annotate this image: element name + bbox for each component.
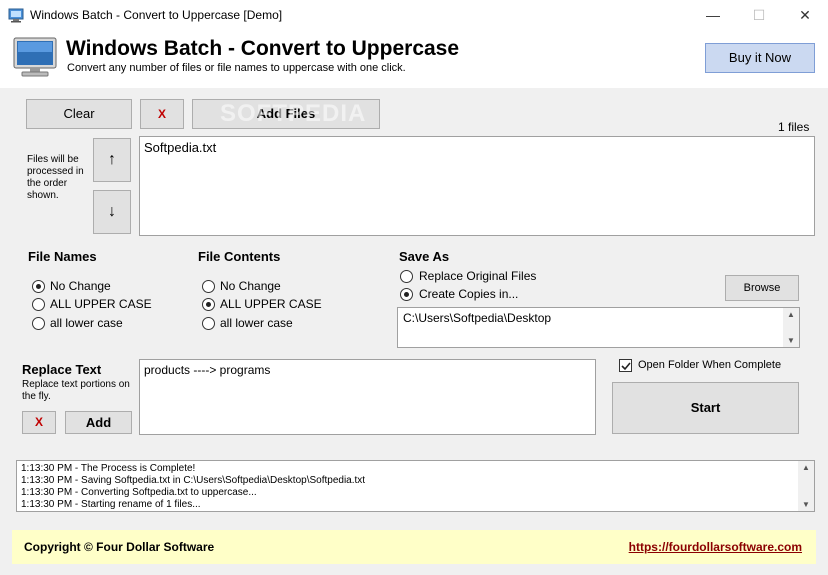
output-path-text: C:\Users\Softpedia\Desktop bbox=[403, 311, 552, 325]
file-contents-lower-radio[interactable] bbox=[202, 317, 215, 330]
open-folder-label[interactable]: Open Folder When Complete bbox=[638, 359, 781, 371]
replace-original-label[interactable]: Replace Original Files bbox=[419, 269, 536, 283]
close-button[interactable]: ✕ bbox=[782, 0, 828, 31]
output-path-field[interactable]: C:\Users\Softpedia\Desktop ▲ ▼ bbox=[397, 307, 800, 348]
file-contents-no-change-radio[interactable] bbox=[202, 280, 215, 293]
file-names-heading: File Names bbox=[28, 249, 97, 264]
file-names-lower-label[interactable]: all lower case bbox=[50, 316, 123, 330]
scroll-up-arrow-icon[interactable]: ▲ bbox=[783, 310, 799, 319]
file-count: 1 files bbox=[778, 120, 810, 134]
checkmark-icon bbox=[621, 362, 631, 371]
app-subtitle: Convert any number of files or file name… bbox=[67, 62, 406, 74]
buy-button[interactable]: Buy it Now bbox=[705, 43, 815, 73]
app-header: Windows Batch - Convert to Uppercase Con… bbox=[0, 31, 828, 88]
log-lines: 1:13:30 PM - The Process is Complete! 1:… bbox=[21, 463, 365, 511]
monitor-icon bbox=[13, 37, 57, 77]
move-down-button[interactable]: ↓ bbox=[93, 190, 131, 234]
file-contents-heading: File Contents bbox=[198, 249, 281, 264]
move-up-button[interactable]: ↑ bbox=[93, 138, 131, 182]
start-button[interactable]: Start bbox=[612, 382, 799, 434]
website-link[interactable]: https://fourdollarsoftware.com bbox=[629, 540, 802, 554]
save-as-heading: Save As bbox=[399, 249, 450, 264]
scroll-down-arrow-icon[interactable]: ▼ bbox=[798, 500, 814, 509]
file-names-no-change-label[interactable]: No Change bbox=[50, 279, 111, 293]
create-copies-radio[interactable] bbox=[400, 288, 413, 301]
file-list-item[interactable]: Softpedia.txt bbox=[144, 140, 216, 155]
file-names-upper-label[interactable]: ALL UPPER CASE bbox=[50, 297, 152, 311]
file-contents-lower-label[interactable]: all lower case bbox=[220, 316, 293, 330]
file-contents-upper-radio[interactable] bbox=[202, 298, 215, 311]
file-contents-no-change-label[interactable]: No Change bbox=[220, 279, 281, 293]
clear-button[interactable]: Clear bbox=[26, 99, 132, 129]
log-line: 1:13:30 PM - Saving Softpedia.txt in C:\… bbox=[21, 475, 366, 486]
file-names-no-change-radio[interactable] bbox=[32, 280, 45, 293]
path-scrollbar[interactable]: ▲ ▼ bbox=[783, 308, 799, 347]
file-names-lower-radio[interactable] bbox=[32, 317, 45, 330]
log-line: 1:13:30 PM - Converting Softpedia.txt to… bbox=[21, 487, 257, 498]
file-list[interactable]: Softpedia.txt bbox=[139, 136, 815, 236]
replace-text-heading: Replace Text bbox=[22, 362, 102, 377]
title-bar: Windows Batch - Convert to Uppercase [De… bbox=[0, 0, 828, 31]
replace-text-description: Replace text portions on the fly. bbox=[22, 379, 130, 402]
file-contents-upper-label[interactable]: ALL UPPER CASE bbox=[220, 297, 322, 311]
window-title: Windows Batch - Convert to Uppercase [De… bbox=[30, 8, 283, 22]
minimize-button[interactable]: — bbox=[690, 0, 736, 31]
add-files-button[interactable]: Add Files bbox=[192, 99, 380, 129]
order-note: Files will be processed in the order sho… bbox=[27, 154, 84, 201]
file-names-upper-radio[interactable] bbox=[32, 298, 45, 311]
maximize-button[interactable]: ☐ bbox=[736, 0, 782, 31]
scroll-down-arrow-icon[interactable]: ▼ bbox=[783, 336, 799, 345]
footer: Copyright © Four Dollar Software https:/… bbox=[12, 530, 816, 564]
copyright-text: Copyright © Four Dollar Software bbox=[24, 540, 215, 554]
replace-rule-item[interactable]: products ----> programs bbox=[144, 363, 270, 377]
remove-file-button[interactable]: X bbox=[140, 99, 184, 129]
create-copies-label[interactable]: Create Copies in... bbox=[419, 287, 518, 301]
log-line: 1:13:30 PM - Starting rename of 1 files.… bbox=[21, 499, 201, 510]
log-line: 1:13:30 PM - The Process is Complete! bbox=[21, 463, 196, 474]
log-panel[interactable]: 1:13:30 PM - The Process is Complete! 1:… bbox=[16, 460, 815, 512]
log-scrollbar[interactable]: ▲ ▼ bbox=[798, 461, 814, 511]
remove-rule-button[interactable]: X bbox=[22, 411, 56, 434]
scroll-up-arrow-icon[interactable]: ▲ bbox=[798, 463, 814, 472]
replace-rules-list[interactable]: products ----> programs bbox=[139, 359, 596, 435]
app-icon bbox=[8, 8, 24, 23]
app-title: Windows Batch - Convert to Uppercase bbox=[66, 37, 460, 60]
browse-button[interactable]: Browse bbox=[725, 275, 799, 301]
add-rule-button[interactable]: Add bbox=[65, 411, 132, 434]
open-folder-checkbox[interactable] bbox=[619, 359, 632, 372]
replace-original-radio[interactable] bbox=[400, 270, 413, 283]
